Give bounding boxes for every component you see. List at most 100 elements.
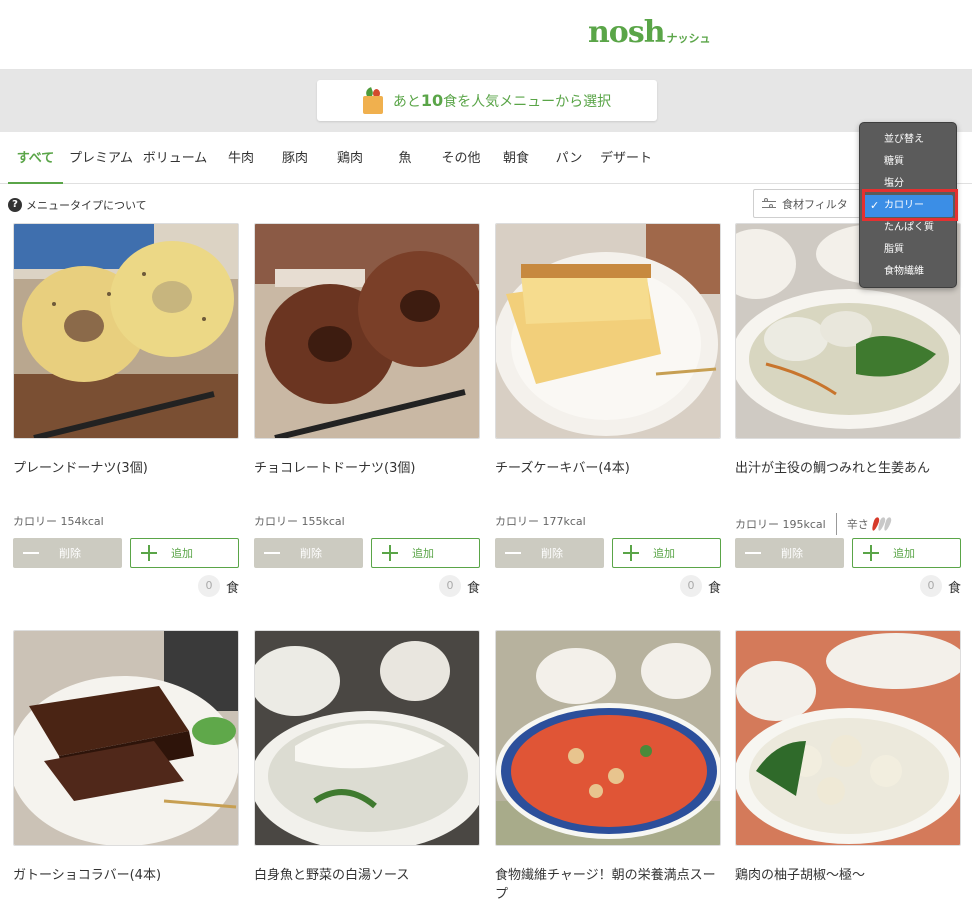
product-image[interactable] (735, 630, 961, 846)
sort-dropdown-menu: 並び替え 糖質 塩分 ✓ カロリー たんぱく質 脂質 食物繊維 (859, 122, 957, 288)
yuzu-chicken-photo (736, 631, 960, 845)
product-card: ガトーショコラバー(4本) (13, 630, 239, 917)
minus-icon (505, 552, 521, 554)
plus-icon (623, 545, 639, 561)
menu-type-info-text: メニュータイプについて (26, 199, 147, 212)
product-name[interactable]: ガトーショコラバー(4本) (13, 866, 239, 885)
calorie-text: カロリー 154kcal (13, 515, 104, 528)
product-name[interactable]: プレーンドーナツ(3個) (13, 459, 239, 478)
sort-option-fiber[interactable]: 食物繊維 (860, 261, 956, 283)
fiber-soup-photo (496, 631, 720, 845)
product-name[interactable]: 出汁が主役の鯛つみれと生姜あん (735, 459, 961, 478)
calorie-text: カロリー 177kcal (495, 515, 586, 528)
logo-subtext: ナッシュ (666, 32, 711, 45)
tab-other[interactable]: その他 (437, 132, 485, 184)
product-name[interactable]: チョコレートドーナツ(3個) (254, 459, 480, 478)
minus-icon (23, 552, 39, 554)
add-button[interactable]: 追加 (612, 538, 721, 568)
tab-bread[interactable]: パン (552, 132, 586, 184)
quantity-count: 0 食 (679, 575, 721, 597)
count-badge: 0 (919, 575, 942, 597)
tab-fish[interactable]: 魚 (390, 132, 420, 184)
count-unit: 食 (225, 580, 239, 596)
chili-pepper-icons (870, 516, 892, 532)
product-meta: カロリー 154kcal (13, 513, 239, 529)
tab-beef[interactable]: 牛肉 (222, 132, 260, 184)
sort-option-header[interactable]: 並び替え (860, 129, 956, 151)
product-card: プレーンドーナツ(3個) カロリー 154kcal 削除 追加 0 食 (13, 223, 239, 603)
remaining-count: 10 (420, 90, 444, 110)
spice-label: 辛さ (846, 518, 869, 531)
ingredient-filter-button[interactable]: 食材フィルタ (753, 189, 863, 218)
add-button[interactable]: 追加 (852, 538, 961, 568)
selection-banner-bar: あと10食を人気メニューから選択 (0, 70, 972, 132)
popular-menu-select-button[interactable]: あと10食を人気メニューから選択 (317, 80, 657, 121)
product-card: チーズケーキバー(4本) カロリー 177kcal 削除 追加 0 食 (495, 223, 721, 603)
quantity-count: 0 食 (197, 575, 239, 597)
count-unit: 食 (947, 580, 961, 596)
product-image[interactable] (495, 630, 721, 846)
sort-option-calories[interactable]: ✓ カロリー (863, 195, 953, 217)
nosh-logo[interactable]: nosh ナッシュ (588, 18, 711, 48)
product-card: 鶏肉の柚子胡椒〜極〜 (735, 630, 961, 917)
chocolate-donut-photo (255, 224, 479, 438)
tab-dessert[interactable]: デザート (598, 132, 654, 184)
grocery-bag-icon (362, 86, 383, 114)
filter-sliders-icon (762, 197, 776, 210)
logo-text: nosh (588, 15, 666, 50)
cheesecake-bar-photo (496, 224, 720, 438)
plus-icon (141, 545, 157, 561)
product-image[interactable] (254, 630, 480, 846)
product-card: 白身魚と野菜の白湯ソース (254, 630, 480, 917)
tab-pork[interactable]: 豚肉 (276, 132, 314, 184)
count-badge: 0 (438, 575, 461, 597)
sort-option-protein[interactable]: たんぱく質 (860, 217, 956, 239)
quantity-count: 0 食 (919, 575, 961, 597)
quantity-controls: 削除 追加 (735, 538, 961, 568)
tab-premium[interactable]: プレミアム (67, 132, 135, 184)
product-card: 食物繊維チャージ！朝の栄養満点スープ (495, 630, 721, 917)
plus-icon (863, 545, 879, 561)
plain-donut-photo (14, 224, 238, 438)
add-button[interactable]: 追加 (371, 538, 480, 568)
remove-button[interactable]: 削除 (735, 538, 844, 568)
banner-text: あと10食を人気メニューから選択 (392, 90, 612, 110)
tab-breakfast[interactable]: 朝食 (497, 132, 535, 184)
minus-icon (745, 552, 761, 554)
product-image[interactable] (254, 223, 480, 439)
remove-button[interactable]: 削除 (495, 538, 604, 568)
plus-icon (382, 545, 398, 561)
quantity-controls: 削除 追加 (495, 538, 721, 568)
quantity-controls: 削除 追加 (254, 538, 480, 568)
product-card: チョコレートドーナツ(3個) カロリー 155kcal 削除 追加 0 食 (254, 223, 480, 603)
product-name[interactable]: 白身魚と野菜の白湯ソース (254, 866, 480, 885)
remove-button[interactable]: 削除 (13, 538, 122, 568)
product-image[interactable] (13, 630, 239, 846)
calorie-text: カロリー 195kcal (735, 518, 826, 531)
quantity-controls: 削除 追加 (13, 538, 239, 568)
checkmark-icon: ✓ (870, 199, 880, 212)
count-unit: 食 (707, 580, 721, 596)
product-image[interactable] (13, 223, 239, 439)
minus-icon (264, 552, 280, 554)
category-tabs: すべて プレミアム ボリューム 牛肉 豚肉 鶏肉 魚 その他 朝食 パン デザー… (0, 132, 972, 184)
white-fish-dish-photo (255, 631, 479, 845)
remove-button[interactable]: 削除 (254, 538, 363, 568)
tab-all[interactable]: すべて (8, 132, 63, 184)
sort-option-salt[interactable]: 塩分 (860, 173, 956, 195)
tab-chicken[interactable]: 鶏肉 (331, 132, 369, 184)
product-image[interactable] (495, 223, 721, 439)
product-name[interactable]: 鶏肉の柚子胡椒〜極〜 (735, 866, 961, 885)
spice-level: 辛さ (835, 513, 892, 535)
tab-volume[interactable]: ボリューム (141, 132, 209, 184)
product-name[interactable]: 食物繊維チャージ！朝の栄養満点スープ (495, 866, 721, 904)
menu-type-info-link[interactable]: ? メニュータイプについて (8, 197, 147, 213)
quantity-count: 0 食 (438, 575, 480, 597)
filter-label: 食材フィルタ (782, 197, 848, 211)
add-button[interactable]: 追加 (130, 538, 239, 568)
sort-option-carbs[interactable]: 糖質 (860, 151, 956, 173)
sort-option-fat[interactable]: 脂質 (860, 239, 956, 261)
product-name[interactable]: チーズケーキバー(4本) (495, 459, 721, 478)
calorie-text: カロリー 155kcal (254, 515, 345, 528)
product-meta: カロリー 195kcal 辛さ (735, 513, 961, 535)
